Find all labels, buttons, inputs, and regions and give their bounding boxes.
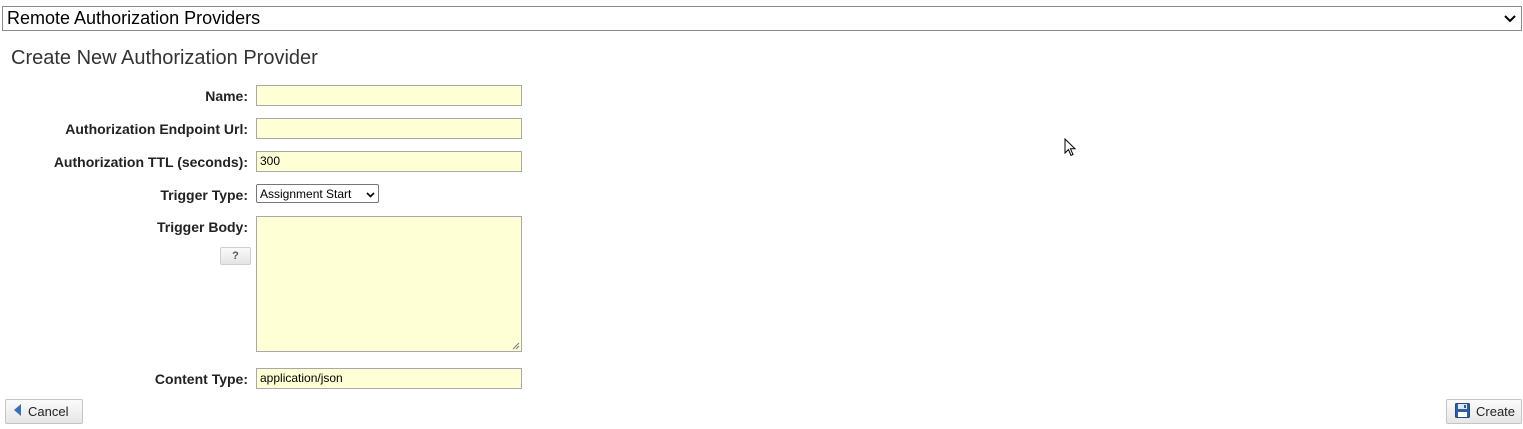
floppy-disk-icon [1455, 402, 1470, 421]
cancel-button-label: Cancel [28, 404, 69, 419]
provider-select[interactable]: Remote Authorization Providers [2, 6, 1522, 31]
mouse-cursor-icon [1064, 138, 1077, 157]
endpoint-url-input[interactable] [256, 118, 522, 139]
ttl-label: Authorization TTL (seconds): [53, 154, 248, 170]
trigger-body-textarea[interactable] [256, 216, 522, 352]
name-label: Name: [205, 88, 248, 104]
trigger-body-label: Trigger Body: [156, 219, 248, 235]
content-type-input[interactable]: application/json [256, 368, 522, 389]
provider-select-value: Remote Authorization Providers [7, 8, 261, 28]
resize-grip-icon[interactable] [512, 342, 520, 350]
chevron-down-icon [1503, 12, 1517, 26]
name-input[interactable] [256, 85, 522, 106]
endpoint-url-label: Authorization Endpoint Url: [65, 121, 248, 137]
trigger-type-value: Assignment Start [260, 186, 352, 201]
ttl-input[interactable]: 300 [256, 151, 522, 172]
page-title: Create New Authorization Provider [11, 47, 318, 69]
create-button[interactable]: Create [1446, 399, 1522, 424]
create-button-label: Create [1476, 404, 1516, 419]
chevron-down-icon [366, 187, 375, 201]
trigger-type-label: Trigger Type: [160, 187, 248, 203]
trigger-body-help-button[interactable]: ? [220, 247, 251, 265]
triangle-left-icon [14, 404, 22, 419]
trigger-type-select[interactable]: Assignment Start [256, 184, 379, 203]
cancel-button[interactable]: Cancel [5, 399, 83, 424]
content-type-label: Content Type: [154, 371, 248, 387]
